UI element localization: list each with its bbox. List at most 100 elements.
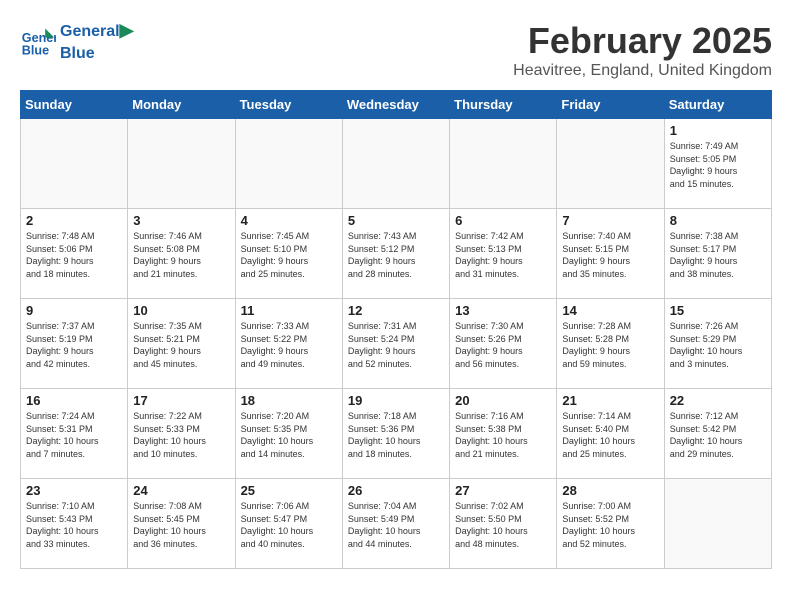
day-number: 13 <box>455 303 551 318</box>
day-number: 1 <box>670 123 766 138</box>
calendar-cell <box>557 119 664 209</box>
day-info: Sunrise: 7:31 AM Sunset: 5:24 PM Dayligh… <box>348 320 444 370</box>
calendar-cell: 22 Sunrise: 7:12 AM Sunset: 5:42 PM Dayli… <box>664 389 771 479</box>
calendar-cell <box>450 119 557 209</box>
day-info: Sunrise: 7:18 AM Sunset: 5:36 PM Dayligh… <box>348 410 444 460</box>
day-info: Sunrise: 7:37 AM Sunset: 5:19 PM Dayligh… <box>26 320 122 370</box>
day-info: Sunrise: 7:10 AM Sunset: 5:43 PM Dayligh… <box>26 500 122 550</box>
calendar-cell <box>342 119 449 209</box>
day-number: 7 <box>562 213 658 228</box>
svg-text:Blue: Blue <box>22 43 49 57</box>
logo: General Blue General▶ Blue <box>20 20 133 63</box>
day-info: Sunrise: 7:22 AM Sunset: 5:33 PM Dayligh… <box>133 410 229 460</box>
day-number: 4 <box>241 213 337 228</box>
day-number: 27 <box>455 483 551 498</box>
day-number: 11 <box>241 303 337 318</box>
weekday-header-friday: Friday <box>557 91 664 119</box>
day-info: Sunrise: 7:12 AM Sunset: 5:42 PM Dayligh… <box>670 410 766 460</box>
calendar-cell: 6 Sunrise: 7:42 AM Sunset: 5:13 PM Daylig… <box>450 209 557 299</box>
day-number: 14 <box>562 303 658 318</box>
logo-text-line1: General▶ <box>60 20 133 42</box>
week-row-5: 23 Sunrise: 7:10 AM Sunset: 5:43 PM Dayli… <box>21 479 772 569</box>
day-number: 22 <box>670 393 766 408</box>
day-info: Sunrise: 7:49 AM Sunset: 5:05 PM Dayligh… <box>670 140 766 190</box>
calendar-cell: 5 Sunrise: 7:43 AM Sunset: 5:12 PM Daylig… <box>342 209 449 299</box>
day-number: 20 <box>455 393 551 408</box>
day-number: 10 <box>133 303 229 318</box>
calendar-cell: 12Sunrise: 7:31 AM Sunset: 5:24 PM Dayli… <box>342 299 449 389</box>
weekday-header-monday: Monday <box>128 91 235 119</box>
weekday-header-tuesday: Tuesday <box>235 91 342 119</box>
day-number: 9 <box>26 303 122 318</box>
calendar-table: SundayMondayTuesdayWednesdayThursdayFrid… <box>20 90 772 569</box>
location-title: Heavitree, England, United Kingdom <box>513 62 772 80</box>
day-info: Sunrise: 7:16 AM Sunset: 5:38 PM Dayligh… <box>455 410 551 460</box>
calendar-cell: 28 Sunrise: 7:00 AM Sunset: 5:52 PM Dayli… <box>557 479 664 569</box>
day-number: 21 <box>562 393 658 408</box>
logo-text-line2: Blue <box>60 42 133 64</box>
page-header: General Blue General▶ Blue February 2025… <box>20 20 772 80</box>
month-title: February 2025 <box>513 20 772 62</box>
week-row-4: 16Sunrise: 7:24 AM Sunset: 5:31 PM Dayli… <box>21 389 772 479</box>
calendar-cell: 8 Sunrise: 7:38 AM Sunset: 5:17 PM Daylig… <box>664 209 771 299</box>
day-info: Sunrise: 7:08 AM Sunset: 5:45 PM Dayligh… <box>133 500 229 550</box>
calendar-cell: 26Sunrise: 7:04 AM Sunset: 5:49 PM Dayli… <box>342 479 449 569</box>
week-row-3: 9 Sunrise: 7:37 AM Sunset: 5:19 PM Daylig… <box>21 299 772 389</box>
calendar-cell: 14Sunrise: 7:28 AM Sunset: 5:28 PM Dayli… <box>557 299 664 389</box>
day-number: 17 <box>133 393 229 408</box>
day-info: Sunrise: 7:02 AM Sunset: 5:50 PM Dayligh… <box>455 500 551 550</box>
calendar-cell: 11 Sunrise: 7:33 AM Sunset: 5:22 PM Dayli… <box>235 299 342 389</box>
day-number: 2 <box>26 213 122 228</box>
day-info: Sunrise: 7:20 AM Sunset: 5:35 PM Dayligh… <box>241 410 337 460</box>
day-number: 16 <box>26 393 122 408</box>
day-number: 28 <box>562 483 658 498</box>
weekday-header-wednesday: Wednesday <box>342 91 449 119</box>
day-number: 3 <box>133 213 229 228</box>
calendar-cell: 15 Sunrise: 7:26 AM Sunset: 5:29 PM Dayli… <box>664 299 771 389</box>
calendar-cell: 17 Sunrise: 7:22 AM Sunset: 5:33 PM Dayli… <box>128 389 235 479</box>
day-info: Sunrise: 7:26 AM Sunset: 5:29 PM Dayligh… <box>670 320 766 370</box>
day-number: 26 <box>348 483 444 498</box>
day-number: 8 <box>670 213 766 228</box>
calendar-cell: 24 Sunrise: 7:08 AM Sunset: 5:45 PM Dayli… <box>128 479 235 569</box>
day-info: Sunrise: 7:43 AM Sunset: 5:12 PM Dayligh… <box>348 230 444 280</box>
day-number: 5 <box>348 213 444 228</box>
calendar-cell: 19 Sunrise: 7:18 AM Sunset: 5:36 PM Dayli… <box>342 389 449 479</box>
week-row-2: 2Sunrise: 7:48 AM Sunset: 5:06 PM Daylig… <box>21 209 772 299</box>
calendar-cell <box>128 119 235 209</box>
day-number: 19 <box>348 393 444 408</box>
day-number: 24 <box>133 483 229 498</box>
weekday-header-saturday: Saturday <box>664 91 771 119</box>
day-info: Sunrise: 7:06 AM Sunset: 5:47 PM Dayligh… <box>241 500 337 550</box>
weekday-header-row: SundayMondayTuesdayWednesdayThursdayFrid… <box>21 91 772 119</box>
calendar-cell: 7 Sunrise: 7:40 AM Sunset: 5:15 PM Daylig… <box>557 209 664 299</box>
day-number: 6 <box>455 213 551 228</box>
calendar-cell: 27 Sunrise: 7:02 AM Sunset: 5:50 PM Dayli… <box>450 479 557 569</box>
day-info: Sunrise: 7:30 AM Sunset: 5:26 PM Dayligh… <box>455 320 551 370</box>
day-number: 15 <box>670 303 766 318</box>
day-info: Sunrise: 7:42 AM Sunset: 5:13 PM Dayligh… <box>455 230 551 280</box>
day-info: Sunrise: 7:33 AM Sunset: 5:22 PM Dayligh… <box>241 320 337 370</box>
title-section: February 2025 Heavitree, England, United… <box>513 20 772 80</box>
calendar-cell: 21Sunrise: 7:14 AM Sunset: 5:40 PM Dayli… <box>557 389 664 479</box>
day-number: 25 <box>241 483 337 498</box>
day-number: 23 <box>26 483 122 498</box>
day-info: Sunrise: 7:35 AM Sunset: 5:21 PM Dayligh… <box>133 320 229 370</box>
day-info: Sunrise: 7:40 AM Sunset: 5:15 PM Dayligh… <box>562 230 658 280</box>
calendar-cell <box>664 479 771 569</box>
day-info: Sunrise: 7:00 AM Sunset: 5:52 PM Dayligh… <box>562 500 658 550</box>
calendar-cell: 3 Sunrise: 7:46 AM Sunset: 5:08 PM Daylig… <box>128 209 235 299</box>
calendar-cell: 13 Sunrise: 7:30 AM Sunset: 5:26 PM Dayli… <box>450 299 557 389</box>
logo-icon: General Blue <box>20 24 56 60</box>
calendar-cell <box>21 119 128 209</box>
day-info: Sunrise: 7:46 AM Sunset: 5:08 PM Dayligh… <box>133 230 229 280</box>
calendar-cell: 9 Sunrise: 7:37 AM Sunset: 5:19 PM Daylig… <box>21 299 128 389</box>
day-number: 18 <box>241 393 337 408</box>
day-info: Sunrise: 7:38 AM Sunset: 5:17 PM Dayligh… <box>670 230 766 280</box>
weekday-header-sunday: Sunday <box>21 91 128 119</box>
calendar-cell: 10 Sunrise: 7:35 AM Sunset: 5:21 PM Dayli… <box>128 299 235 389</box>
calendar-cell: 20 Sunrise: 7:16 AM Sunset: 5:38 PM Dayli… <box>450 389 557 479</box>
calendar-cell: 2Sunrise: 7:48 AM Sunset: 5:06 PM Daylig… <box>21 209 128 299</box>
day-info: Sunrise: 7:45 AM Sunset: 5:10 PM Dayligh… <box>241 230 337 280</box>
weekday-header-thursday: Thursday <box>450 91 557 119</box>
